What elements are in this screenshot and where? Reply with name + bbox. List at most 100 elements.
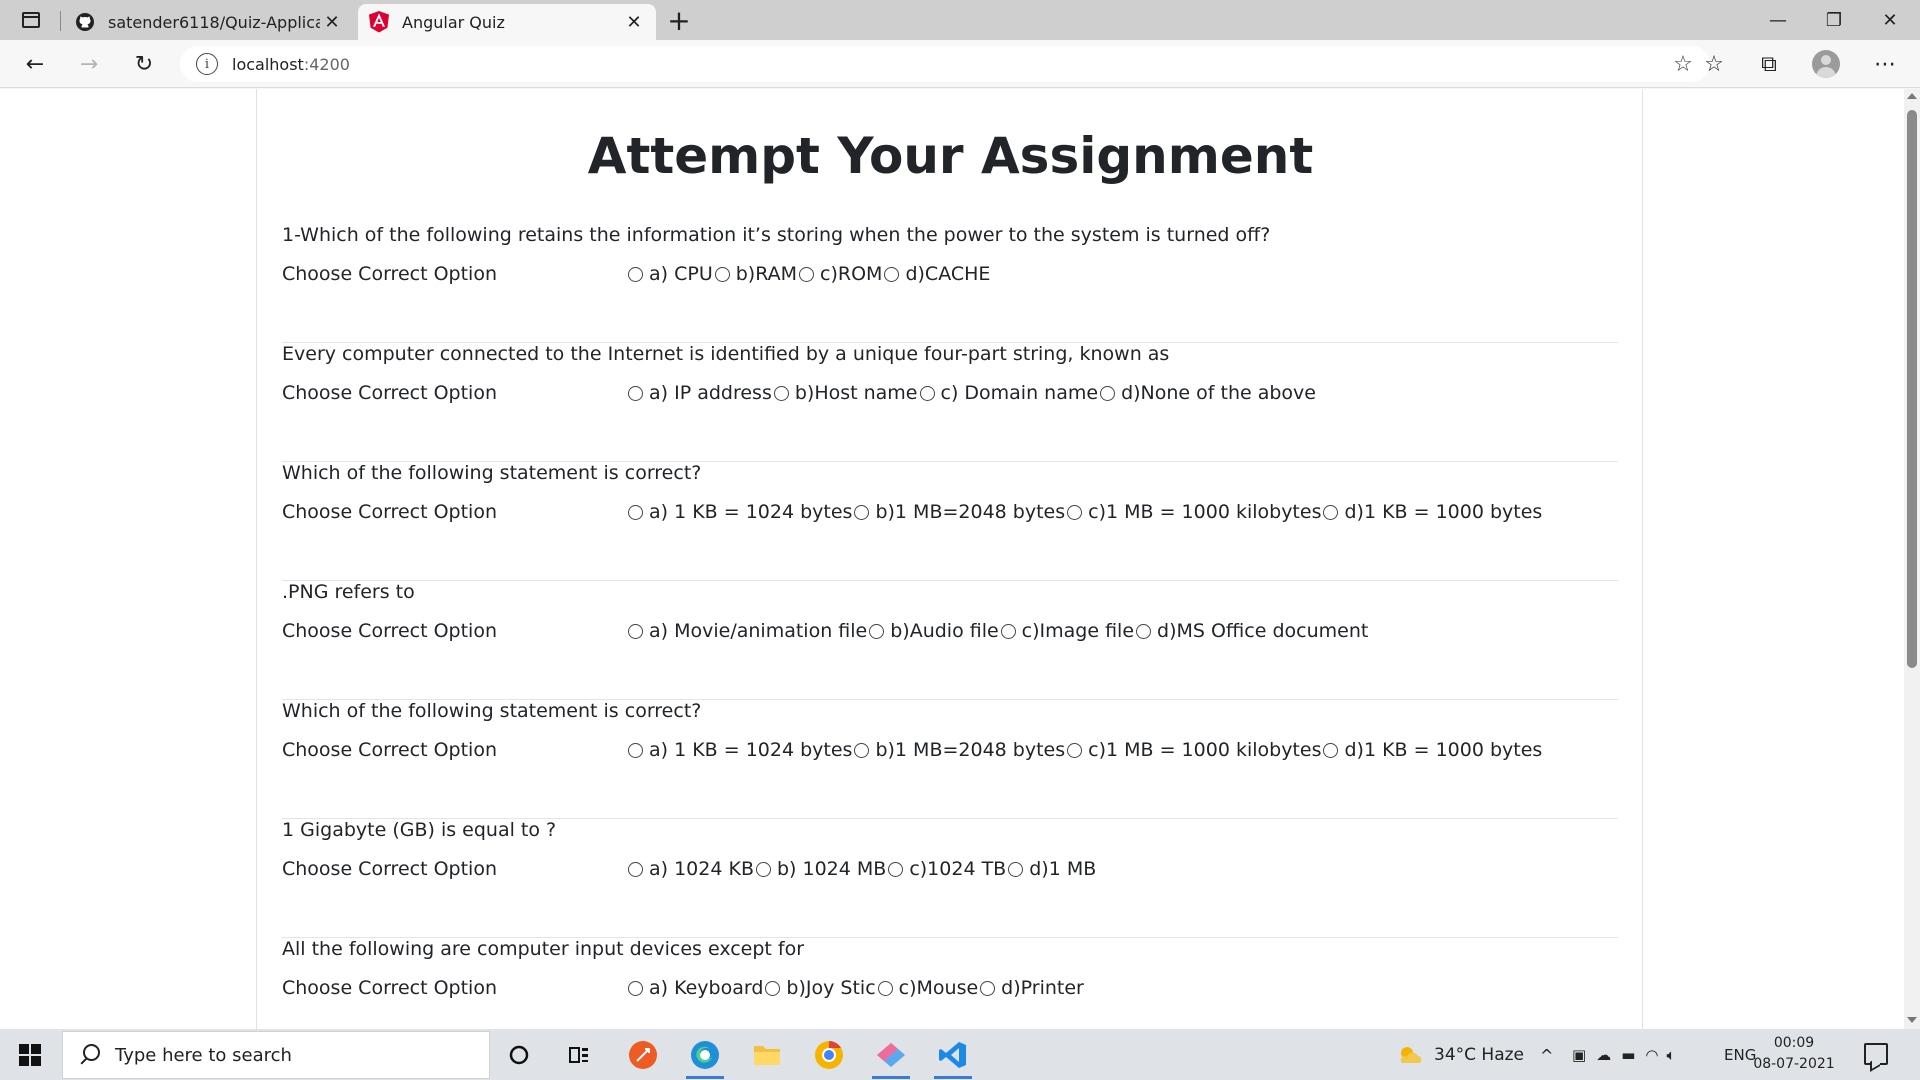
back-icon[interactable]: ← — [18, 48, 52, 80]
radio-button[interactable] — [628, 504, 643, 520]
answer-option[interactable]: d)CACHE — [882, 263, 990, 285]
address-bar[interactable]: i localhost:4200 ☆ — [180, 46, 1710, 82]
page-scrollbar[interactable] — [1904, 89, 1920, 1029]
answer-option[interactable]: d)MS Office document — [1134, 620, 1368, 642]
cortana-icon[interactable] — [498, 1037, 540, 1073]
radio-button[interactable] — [1067, 504, 1083, 520]
clock[interactable]: 00:09 08-07-2021 — [1752, 1033, 1836, 1075]
radio-button[interactable] — [628, 266, 643, 282]
answer-option[interactable]: a) IP address — [626, 382, 772, 404]
forward-icon[interactable]: → — [72, 48, 106, 80]
answer-option[interactable]: d)Printer — [978, 977, 1084, 999]
radio-button[interactable] — [755, 861, 771, 877]
radio-button[interactable] — [628, 385, 643, 401]
close-window-icon[interactable]: ✕ — [1862, 4, 1918, 36]
radio-button[interactable] — [854, 504, 870, 520]
radio-button[interactable] — [628, 861, 643, 877]
tab-angular-quiz[interactable]: Angular Quiz ✕ — [358, 4, 656, 40]
scroll-up-icon[interactable] — [1907, 93, 1917, 99]
answer-option[interactable]: d)1 MB — [1006, 858, 1096, 880]
show-hidden-icons[interactable]: ^ — [1540, 1041, 1553, 1069]
file-explorer-icon[interactable] — [746, 1037, 788, 1073]
volume-icon[interactable]: 🔈︎ — [1666, 1046, 1675, 1064]
radio-button[interactable] — [628, 742, 643, 758]
radio-button[interactable] — [1323, 504, 1339, 520]
close-tab-icon[interactable]: ✕ — [622, 10, 646, 34]
scrollbar-thumb[interactable] — [1907, 110, 1917, 668]
answer-option[interactable]: a) Keyboard — [626, 977, 763, 999]
restore-icon[interactable]: ❐ — [1806, 4, 1862, 36]
collections-icon[interactable]: ⧉ — [1752, 48, 1786, 80]
tab-github[interactable]: satender6118/Quiz-Application: ✕ — [64, 4, 354, 40]
answer-option[interactable]: c) Domain name — [918, 382, 1098, 404]
radio-button[interactable] — [1000, 623, 1016, 639]
answer-option[interactable]: a) Movie/animation file — [626, 620, 867, 642]
answer-option[interactable]: c)ROM — [797, 263, 882, 285]
vertical-tabs-icon[interactable] — [16, 9, 46, 31]
radio-button[interactable] — [773, 385, 789, 401]
radio-button[interactable] — [765, 980, 781, 996]
favorites-icon[interactable]: ☆ — [1697, 48, 1731, 80]
windows-start-icon[interactable] — [10, 1041, 50, 1069]
answer-option[interactable]: a) 1024 KB — [626, 858, 754, 880]
answer-option[interactable]: a) 1 KB = 1024 bytes — [626, 501, 852, 523]
answer-option[interactable]: b)Joy Stic — [763, 977, 876, 999]
radio-button[interactable] — [980, 980, 996, 996]
radio-button[interactable] — [799, 266, 815, 282]
tab-separator — [60, 11, 61, 31]
answer-option[interactable]: c)1 MB = 1000 kilobytes — [1065, 739, 1321, 761]
answer-option[interactable]: b)1 MB=2048 bytes — [852, 739, 1065, 761]
edge-app-icon[interactable] — [684, 1037, 726, 1079]
answer-option[interactable]: b) 1024 MB — [754, 858, 886, 880]
close-tab-icon[interactable]: ✕ — [320, 10, 344, 34]
taskbar-search[interactable]: Type here to search — [62, 1031, 490, 1079]
meet-now-icon[interactable]: ▣ — [1572, 1046, 1586, 1064]
answer-option[interactable]: b)1 MB=2048 bytes — [852, 501, 1065, 523]
new-tab-button[interactable]: + — [664, 6, 694, 36]
radio-button[interactable] — [888, 861, 904, 877]
notification-center-icon[interactable] — [1864, 1043, 1888, 1065]
scroll-down-icon[interactable] — [1907, 1017, 1917, 1023]
answer-option[interactable]: b)RAM — [713, 263, 797, 285]
radio-button[interactable] — [1136, 623, 1152, 639]
answer-option[interactable]: a) CPU — [626, 263, 713, 285]
task-view-icon[interactable] — [558, 1037, 600, 1073]
radio-button[interactable] — [628, 980, 643, 996]
answer-option[interactable]: a) 1 KB = 1024 bytes — [626, 739, 852, 761]
radio-button[interactable] — [854, 742, 870, 758]
answer-option[interactable]: c)Mouse — [876, 977, 978, 999]
radio-button[interactable] — [1067, 742, 1083, 758]
radio-button[interactable] — [714, 266, 730, 282]
radio-button[interactable] — [628, 623, 643, 639]
radio-button[interactable] — [877, 980, 893, 996]
weather-widget[interactable]: 34°C Haze — [1396, 1041, 1524, 1069]
radio-button[interactable] — [919, 385, 935, 401]
radio-button[interactable] — [1100, 385, 1116, 401]
answer-option[interactable]: c)1 MB = 1000 kilobytes — [1065, 501, 1321, 523]
app-icon[interactable] — [870, 1037, 912, 1079]
answer-option[interactable]: b)Audio file — [867, 620, 999, 642]
minimize-icon[interactable]: — — [1750, 4, 1806, 36]
add-favorite-icon[interactable]: ☆ — [1670, 52, 1696, 77]
answer-option[interactable]: b)Host name — [772, 382, 918, 404]
profile-avatar[interactable] — [1812, 50, 1840, 78]
answer-option[interactable]: c)1024 TB — [886, 858, 1006, 880]
system-tray-icons[interactable]: ▣ ☁ ▬ ◠ 🔈︎ — [1572, 1041, 1675, 1069]
answer-option[interactable]: c)Image file — [999, 620, 1134, 642]
more-menu-icon[interactable]: ⋯ — [1868, 48, 1902, 80]
radio-button[interactable] — [869, 623, 885, 639]
radio-button[interactable] — [1323, 742, 1339, 758]
postman-app-icon[interactable] — [622, 1037, 664, 1073]
radio-button[interactable] — [1008, 861, 1024, 877]
answer-option[interactable]: d)None of the above — [1098, 382, 1316, 404]
answer-option[interactable]: d)1 KB = 1000 bytes — [1321, 501, 1542, 523]
battery-icon[interactable]: ▬ — [1621, 1046, 1635, 1064]
answer-option[interactable]: d)1 KB = 1000 bytes — [1321, 739, 1542, 761]
refresh-icon[interactable]: ↻ — [127, 48, 161, 80]
vscode-app-icon[interactable] — [932, 1037, 974, 1079]
radio-button[interactable] — [884, 266, 900, 282]
wifi-icon[interactable]: ◠ — [1645, 1046, 1658, 1064]
chrome-app-icon[interactable] — [808, 1037, 850, 1073]
onedrive-icon[interactable]: ☁ — [1596, 1046, 1611, 1064]
site-info-icon[interactable]: i — [196, 53, 218, 75]
